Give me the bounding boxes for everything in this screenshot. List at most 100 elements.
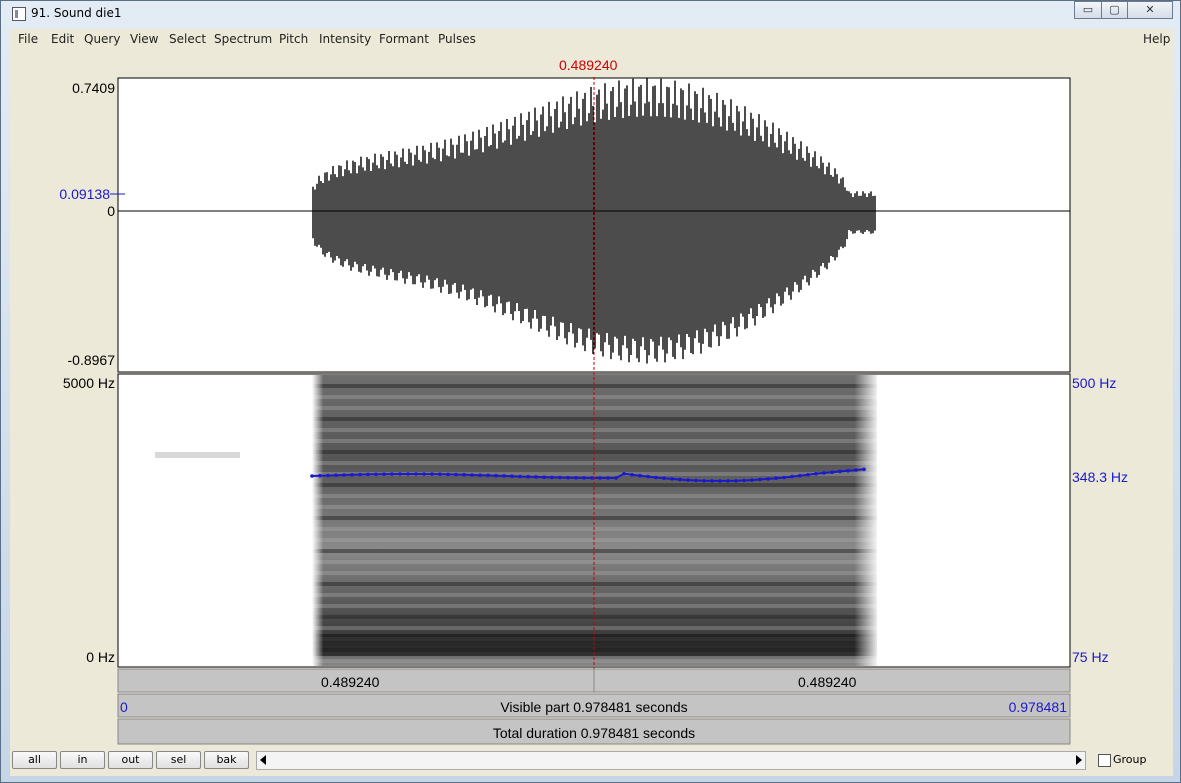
menu-file[interactable]: File [18, 32, 38, 46]
pitch-point [678, 477, 682, 482]
menu-select[interactable]: Select [169, 32, 206, 46]
pitch-point [774, 476, 778, 481]
menu-pulses[interactable]: Pulses [438, 32, 476, 46]
pitch-point [358, 472, 362, 477]
window-title: 91. Sound die1 [31, 6, 122, 20]
pitch-point [822, 471, 826, 475]
pitch-bottom-label: 75 Hz [1072, 649, 1109, 665]
zoom-back-button[interactable]: bak [204, 751, 249, 769]
pitch-point [462, 472, 466, 477]
menu-edit[interactable]: Edit [51, 32, 74, 46]
pitch-point [342, 473, 346, 477]
scroll-right-icon[interactable] [1076, 755, 1082, 765]
menu-formant[interactable]: Formant [379, 32, 429, 46]
pitch-point [726, 479, 730, 483]
scroll-left-icon[interactable] [260, 755, 266, 765]
minimize-button[interactable]: ▭ [1074, 1, 1102, 19]
pitch-point [478, 473, 482, 478]
total-duration-label: Total duration 0.978481 seconds [492, 725, 696, 741]
pitch-point [694, 478, 698, 483]
pitch-point [854, 468, 858, 472]
pitch-point [838, 469, 842, 474]
spectrogram-bottom-label: 0 Hz [86, 649, 115, 665]
pitch-point [550, 475, 554, 480]
pitch-point [438, 472, 442, 477]
editor-canvas[interactable] [10, 49, 1173, 746]
pitch-point [326, 473, 330, 478]
pitch-point [318, 473, 322, 478]
pitch-point [446, 472, 450, 477]
menu-help[interactable]: Help [1143, 32, 1170, 46]
menu-intensity[interactable]: Intensity [319, 32, 371, 46]
pitch-point [382, 472, 386, 477]
pitch-point [702, 479, 706, 483]
title-bar: 91. Sound die1 ▭ ▢ ✕ [1, 1, 1181, 27]
pitch-point [534, 475, 538, 479]
bottom-toolbar: all in out sel bak Group [10, 746, 1173, 776]
pitch-point [614, 476, 618, 480]
visible-end-label: 0.978481 [1008, 699, 1067, 715]
pitch-point [374, 472, 378, 477]
zoom-selection-button[interactable]: sel [156, 751, 201, 769]
pitch-point [494, 473, 498, 478]
pitch-point [766, 477, 770, 481]
pitch-point [662, 476, 666, 481]
close-button[interactable]: ✕ [1127, 1, 1173, 19]
zoom-in-button[interactable]: in [60, 751, 105, 769]
pitch-point [622, 472, 626, 476]
menu-pitch[interactable]: Pitch [279, 32, 308, 46]
pitch-point [790, 474, 794, 479]
pitch-point [798, 473, 802, 478]
waveform-zero-label: 0 [107, 203, 115, 219]
menu-bar: File Edit Query View Select Spectrum Pit… [10, 29, 1173, 50]
spectrogram-noise [155, 452, 240, 458]
pitch-point [470, 473, 474, 477]
group-checkbox[interactable] [1098, 754, 1111, 767]
pitch-point [606, 476, 610, 480]
menu-view[interactable]: View [130, 32, 158, 46]
pitch-point [582, 476, 586, 480]
pitch-point [566, 475, 570, 480]
pitch-point [806, 473, 810, 477]
pitch-cursor-value: 348.3 Hz [1072, 469, 1129, 485]
waveform-min-label: -0.8967 [67, 352, 115, 368]
pitch-point [390, 472, 394, 476]
menu-spectrum[interactable]: Spectrum [214, 32, 272, 46]
pitch-point [502, 474, 506, 478]
pitch-point [598, 476, 602, 480]
horizontal-scrollbar[interactable] [256, 751, 1086, 770]
pitch-point [862, 467, 866, 472]
pitch-point [590, 476, 594, 480]
pitch-top-label: 500 Hz [1072, 375, 1117, 391]
pitch-point [734, 479, 738, 483]
pitch-point [630, 473, 634, 477]
pitch-point [558, 475, 562, 480]
zoom-out-button[interactable]: out [108, 751, 153, 769]
pitch-point [686, 478, 690, 482]
pitch-point [830, 470, 834, 475]
waveform-cursor-value: 0.09138 [59, 186, 110, 202]
zoom-all-button[interactable]: all [12, 751, 57, 769]
pitch-point [670, 477, 674, 481]
waveform-max-label: 0.7409 [72, 80, 115, 96]
pitch-point [742, 478, 746, 483]
pitch-point [510, 474, 514, 479]
cursor-time-label: 0.489240 [559, 57, 618, 73]
pitch-point [334, 473, 338, 478]
pitch-point [638, 473, 642, 478]
pitch-point [814, 472, 818, 476]
pitch-point [414, 472, 418, 476]
pitch-point [710, 479, 714, 483]
pitch-point [542, 475, 546, 480]
pitch-point [398, 472, 402, 476]
maximize-button[interactable]: ▢ [1101, 1, 1128, 19]
menu-query[interactable]: Query [84, 32, 120, 46]
editor-window: 91. Sound die1 ▭ ▢ ✕ File Edit Query Vie… [0, 0, 1181, 783]
selection-right-label[interactable]: 0.489240 [798, 674, 856, 690]
pitch-point [846, 468, 850, 473]
pitch-point [454, 472, 458, 477]
selection-left-label[interactable]: 0.489240 [321, 674, 379, 690]
pitch-point [422, 472, 426, 476]
pitch-point [782, 475, 786, 480]
editor-content: 0.489240 0.7409 0.09138 0 -0.8967 5000 H… [10, 49, 1173, 746]
